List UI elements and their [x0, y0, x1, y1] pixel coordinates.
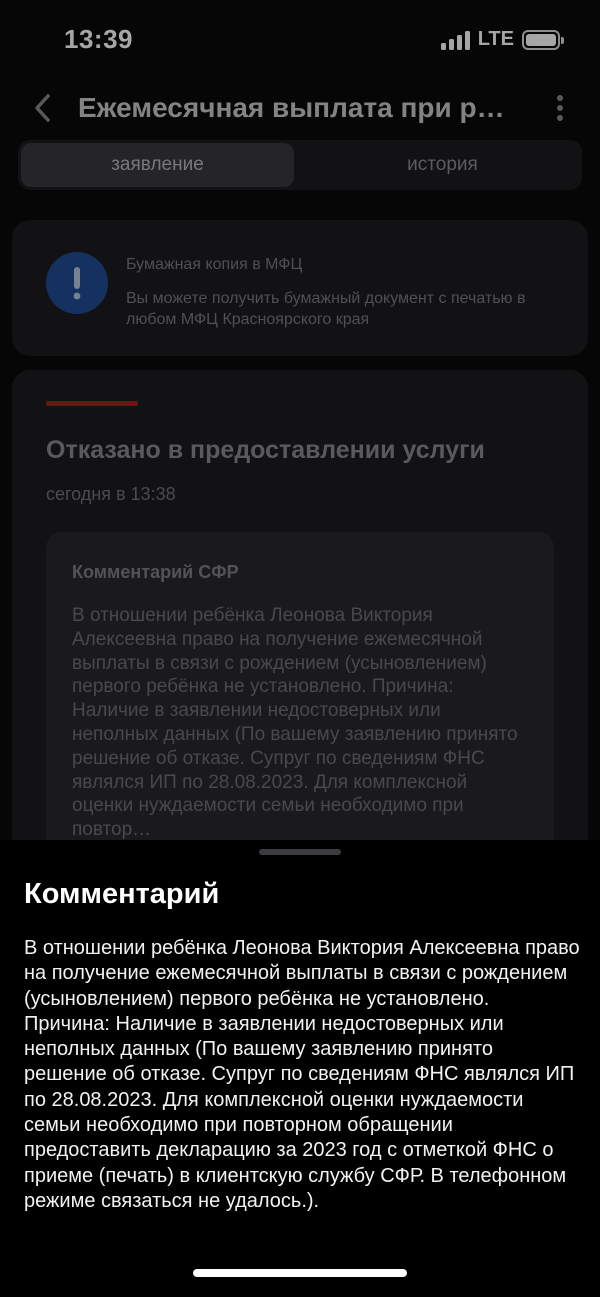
exclamation-icon: [46, 252, 108, 314]
comment-bottom-sheet: Комментарий В отношении ребёнка Леонова …: [0, 840, 600, 1297]
info-text: Вы можете получить бумажный документ с п…: [126, 290, 526, 328]
comment-box[interactable]: Комментарий СФР В отношении ребёнка Леон…: [46, 532, 554, 840]
comment-preview: В отношении ребёнка Леонова Виктория Але…: [72, 605, 518, 840]
tab-history[interactable]: история: [306, 143, 579, 187]
chevron-left-icon[interactable]: [28, 90, 56, 126]
info-title: Бумажная копия в МФЦ: [126, 256, 303, 273]
comment-title: Комментарий СФР: [72, 562, 239, 582]
tab-bar: заявление история: [18, 140, 582, 190]
sheet-title: Комментарий: [24, 878, 220, 910]
signal-bars-icon: [440, 30, 470, 50]
network-type: LTE: [477, 28, 514, 50]
battery-icon: [522, 29, 564, 50]
background-screen: 13:39 LTE Ежемесячная выплата при рожден…: [0, 0, 600, 840]
sheet-comment-text: В отношении ребёнка Леонова Виктория Але…: [24, 937, 580, 1212]
more-vertical-icon[interactable]: [550, 90, 570, 126]
home-indicator[interactable]: [193, 1269, 407, 1277]
status-title: Отказано в предоставлении услуги: [46, 436, 485, 464]
status-bar: 13:39 LTE: [0, 0, 600, 80]
app-bar: Ежемесячная выплата при рождении (усынов…: [0, 80, 600, 136]
mfc-info-card[interactable]: Бумажная копия в МФЦ Вы можете получить …: [12, 220, 588, 356]
status-card: Отказано в предоставлении услуги сегодня…: [12, 370, 588, 840]
page-title: Ежемесячная выплата при рождении (усынов…: [78, 92, 518, 123]
status-indicators: LTE: [440, 28, 564, 51]
status-time: 13:39: [64, 24, 133, 54]
tab-application[interactable]: заявление: [21, 143, 294, 187]
status-date: сегодня в 13:38: [46, 484, 176, 504]
status-accent-bar: [46, 401, 138, 406]
sheet-drag-handle[interactable]: [259, 849, 341, 855]
